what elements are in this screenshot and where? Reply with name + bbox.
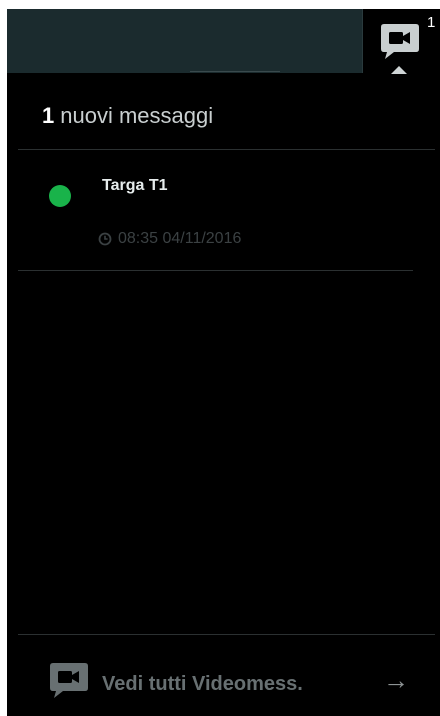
top-bar: 1 [7,9,440,73]
video-message-notification-button[interactable]: 1 [362,9,440,73]
notification-count-badge: 1 [427,14,436,31]
clock-icon [98,232,112,246]
status-dot [49,185,71,207]
view-all-videomessages-link[interactable]: Vedi tutti Videomess. → [18,635,430,713]
list-item[interactable]: Targa T1 08:35 04/11/2016 [18,150,413,270]
message-time-text: 08:35 04/11/2016 [118,230,242,247]
new-messages-label: nuovi messaggi [60,103,214,128]
item-divider [18,270,413,271]
topbar-underline [190,71,280,72]
new-messages-count: 1 [42,103,55,128]
notification-panel: 1 1 nuovi messaggi Targa T1 08:35 04/11/2… [7,9,440,716]
message-title: Targa T1 [102,177,168,194]
video-message-icon [50,663,88,698]
message-timestamp: 08:35 04/11/2016 [98,229,241,249]
video-message-icon [381,24,419,59]
dropdown-caret [391,66,407,74]
arrow-right-icon: → [383,665,409,695]
dropdown-header: 1 nuovi messaggi [42,102,213,130]
view-all-label: Vedi tutti Videomess. [102,673,303,695]
